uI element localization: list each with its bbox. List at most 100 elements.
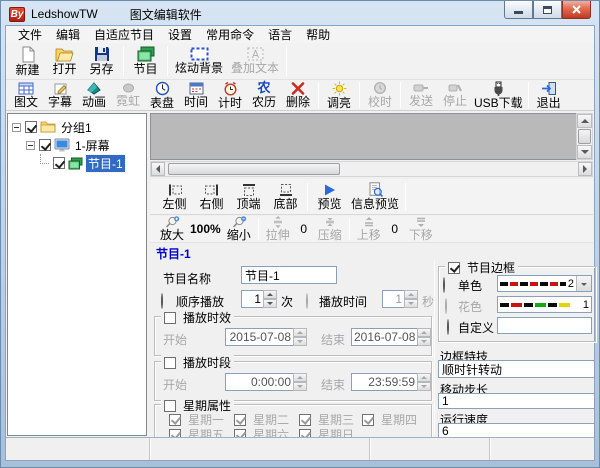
- validity-checkbox[interactable]: [164, 312, 176, 324]
- flower-color-pattern: [500, 303, 581, 307]
- week-monday-checkbox[interactable]: [169, 414, 181, 426]
- save-as-button[interactable]: 另存: [83, 45, 120, 77]
- menu-help[interactable]: 帮助: [299, 25, 337, 44]
- single-color-combobox[interactable]: 2: [497, 275, 592, 292]
- scroll-right-button[interactable]: [578, 162, 592, 176]
- maximize-button[interactable]: [533, 1, 562, 19]
- zoom-out-button[interactable]: 缩小: [223, 215, 255, 243]
- spin-down-button[interactable]: [263, 299, 277, 308]
- exit-door-icon: [541, 81, 557, 96]
- menu-common-commands[interactable]: 常用命令: [199, 25, 261, 44]
- move-step-input[interactable]: [438, 393, 595, 409]
- open-button[interactable]: 打开: [46, 46, 83, 77]
- status-cell-2: [150, 438, 370, 460]
- new-button[interactable]: 新建: [9, 45, 46, 78]
- validity-start-input: [225, 328, 293, 346]
- sequence-count-input[interactable]: [241, 290, 263, 308]
- align-right-button[interactable]: 右侧: [193, 182, 230, 212]
- align-left-icon: [167, 183, 183, 197]
- screen-preview-canvas[interactable]: [150, 113, 576, 160]
- vertical-scroll-thumb[interactable]: [578, 129, 591, 144]
- tree-screen-label[interactable]: 1-屏幕: [73, 137, 112, 154]
- animation-button[interactable]: 动画: [77, 81, 111, 110]
- brighten-button[interactable]: 调亮: [322, 80, 356, 111]
- horizontal-scrollbar[interactable]: [150, 161, 593, 177]
- compress-button: 压缩: [314, 215, 346, 243]
- usb-download-button[interactable]: USB下载: [472, 80, 525, 111]
- week-tuesday-checkbox[interactable]: [234, 414, 246, 426]
- align-right-icon: [204, 183, 220, 197]
- lunar-button[interactable]: 农 农历: [247, 80, 281, 110]
- single-color-radio[interactable]: [443, 277, 445, 293]
- scroll-down-button[interactable]: [577, 145, 592, 159]
- move-up-button: 上移: [353, 215, 385, 243]
- subtitle-button[interactable]: 字幕: [43, 81, 77, 110]
- program-button[interactable]: 节目: [127, 45, 164, 77]
- align-left-button[interactable]: 左侧: [156, 182, 193, 212]
- dial-button[interactable]: 表盘: [145, 80, 179, 111]
- sequence-count-stepper[interactable]: [241, 290, 277, 308]
- week-checkbox[interactable]: [164, 400, 176, 412]
- exit-button[interactable]: 退出: [532, 80, 566, 111]
- custom-color-display[interactable]: [497, 317, 592, 334]
- vertical-scrollbar[interactable]: [576, 113, 593, 160]
- tree-group-label[interactable]: 分组1: [59, 119, 94, 136]
- close-button[interactable]: [562, 1, 591, 19]
- align-bottom-button[interactable]: 底部: [267, 182, 304, 212]
- border-title: 节目边框: [467, 259, 515, 276]
- graphic-button[interactable]: 图文: [9, 81, 43, 110]
- tree-program-label[interactable]: 节目-1: [86, 155, 125, 172]
- flower-color-display[interactable]: 1: [497, 296, 592, 313]
- spin-up-button[interactable]: [263, 290, 277, 299]
- zoom-out-icon: [231, 216, 247, 228]
- week-thursday-checkbox[interactable]: [362, 414, 374, 426]
- close-icon: [572, 5, 581, 14]
- collapse-icon[interactable]: [26, 141, 35, 150]
- info-preview-button[interactable]: 信息预览: [348, 181, 402, 212]
- combobox-dropdown-button[interactable]: [576, 276, 591, 291]
- zoom-in-button[interactable]: 放大: [156, 215, 188, 243]
- tree-node-screen[interactable]: 1-屏幕: [10, 136, 144, 154]
- scroll-left-button[interactable]: [151, 162, 165, 176]
- toolbar-separator: [400, 82, 401, 108]
- move-up-icon: [363, 216, 375, 228]
- stretch-button: 拉伸: [262, 215, 294, 243]
- scroll-up-button[interactable]: [577, 114, 592, 128]
- calendar-time-icon: [189, 82, 204, 95]
- single-color-pattern: [500, 282, 566, 286]
- app-title: LedshowTW: [31, 7, 98, 21]
- duration-play-radio[interactable]: [306, 293, 308, 309]
- tree-node-group[interactable]: 分组1: [10, 118, 144, 136]
- screen-checkbox[interactable]: [39, 139, 51, 151]
- horizontal-scroll-thumb[interactable]: [168, 163, 340, 175]
- app-subtitle: 图文编辑软件: [130, 6, 202, 23]
- flower-color-radio[interactable]: [445, 298, 447, 314]
- sequence-play-radio[interactable]: [161, 293, 163, 309]
- align-top-button[interactable]: 顶端: [230, 182, 267, 212]
- period-end-stepper: [351, 373, 431, 391]
- delete-button[interactable]: 删除: [281, 81, 315, 110]
- custom-color-radio[interactable]: [447, 319, 449, 335]
- period-checkbox[interactable]: [164, 357, 176, 369]
- group-checkbox[interactable]: [25, 121, 37, 133]
- dazzle-background-button[interactable]: 炫动背景: [171, 46, 227, 76]
- week-wednesday-checkbox[interactable]: [299, 414, 311, 426]
- menu-language[interactable]: 语言: [261, 25, 299, 44]
- menu-settings[interactable]: 设置: [161, 25, 199, 44]
- menu-adaptive-program[interactable]: 自适应节目: [87, 25, 161, 44]
- menu-bar: 文件 编辑 自适应节目 设置 常用命令 语言 帮助: [6, 26, 594, 43]
- menu-edit[interactable]: 编辑: [49, 25, 87, 44]
- preview-button[interactable]: 预览: [311, 182, 348, 212]
- border-checkbox[interactable]: [448, 262, 460, 274]
- timer-button[interactable]: 计时: [213, 80, 247, 111]
- status-cell-1: [6, 438, 150, 460]
- program-name-input[interactable]: [241, 266, 337, 284]
- border-effect-input[interactable]: [438, 360, 595, 378]
- graphic-grid-icon: [18, 82, 34, 95]
- program-checkbox[interactable]: [53, 157, 65, 169]
- tree-node-program[interactable]: 节目-1: [10, 154, 144, 172]
- minimize-button[interactable]: [504, 1, 533, 19]
- menu-file[interactable]: 文件: [11, 25, 49, 44]
- collapse-icon[interactable]: [12, 123, 21, 132]
- time-button[interactable]: 时间: [179, 81, 213, 110]
